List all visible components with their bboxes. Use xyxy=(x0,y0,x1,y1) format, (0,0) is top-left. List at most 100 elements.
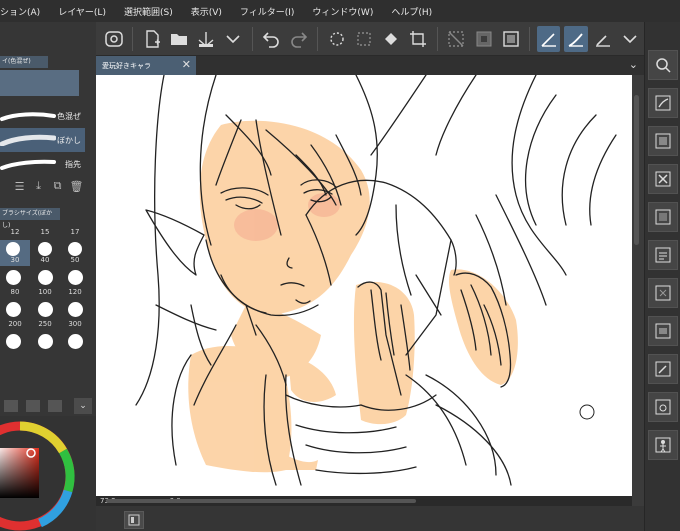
size-dot xyxy=(38,270,53,285)
sub-tool-icon[interactable] xyxy=(648,88,678,118)
menu-layer[interactable]: レイヤー(L) xyxy=(49,5,115,18)
transform-icon[interactable] xyxy=(352,26,375,52)
size-dot xyxy=(68,242,82,256)
horizontal-scrollbar[interactable] xyxy=(106,499,416,503)
size-option[interactable] xyxy=(60,332,90,358)
menu-window[interactable]: ウィンドウ(W) xyxy=(303,5,382,18)
pencil-tool-icon[interactable] xyxy=(592,26,615,52)
brush-actions: ☰ ⤓ ⧉ 🗑 xyxy=(0,174,96,198)
color-wheel-panel xyxy=(0,416,96,531)
color-history-tab-icon[interactable] xyxy=(48,400,62,412)
left-panel: イ(色混ぜ) 色混ぜ ぼかし 指先 ☰ ⤓ ⧉ 🗑 ブラシサイズ(ぼかし) 12… xyxy=(0,22,96,531)
pen-tool-icon[interactable] xyxy=(537,25,561,52)
canvas-area: 73.3 0.0 xyxy=(96,75,644,531)
size-option[interactable]: 30 xyxy=(0,240,30,266)
image-icon[interactable] xyxy=(648,316,678,346)
brush-preview-header xyxy=(0,70,79,96)
size-dot xyxy=(6,334,21,349)
layer-search-icon[interactable] xyxy=(648,240,678,270)
panel-toggle-icon[interactable] xyxy=(124,511,144,529)
tool-property-icon[interactable] xyxy=(648,278,678,308)
brush-stroke-preview xyxy=(0,134,56,146)
color-panel-tabs: ⌄ xyxy=(0,396,96,416)
layer-property-icon[interactable] xyxy=(648,202,678,232)
chevron-down-icon[interactable]: ⌄ xyxy=(74,398,92,414)
app-logo-icon[interactable] xyxy=(102,26,125,52)
size-label: 80 xyxy=(10,288,20,296)
size-option[interactable]: 200 xyxy=(0,300,30,330)
document-tab[interactable]: 愛玩好きキャラ ✕ xyxy=(96,56,196,75)
size-option[interactable]: 40 xyxy=(30,240,60,266)
size-option[interactable]: 80 xyxy=(0,268,30,298)
size-label: 100 xyxy=(38,288,52,296)
fill-icon[interactable] xyxy=(379,26,402,52)
invert-selection-icon[interactable] xyxy=(472,26,495,52)
size-dot xyxy=(6,270,21,285)
brush-item-blur[interactable]: ぼかし xyxy=(0,128,85,152)
size-dot xyxy=(68,270,83,285)
brush-stroke-preview xyxy=(0,159,56,170)
command-bar xyxy=(96,22,644,56)
brush-label: 指先 xyxy=(65,159,81,169)
menu-bar: ション(A) レイヤー(L) 選択範囲(S) 表示(V) フィルター(I) ウィ… xyxy=(0,0,680,22)
navigator-icon[interactable] xyxy=(648,50,678,80)
size-dot xyxy=(38,242,52,256)
sparkle-icon[interactable] xyxy=(325,26,348,52)
size-dot xyxy=(68,302,83,317)
size-label: 17 xyxy=(70,228,80,236)
brush-tool-icon[interactable] xyxy=(564,25,588,52)
color-wheel[interactable] xyxy=(0,416,96,531)
size-dot xyxy=(6,302,21,317)
undo-icon[interactable] xyxy=(260,26,283,52)
duplicate-icon[interactable]: ⧉ xyxy=(50,178,66,194)
menu-view[interactable]: 表示(V) xyxy=(182,5,231,18)
vertical-scrollbar[interactable] xyxy=(634,95,639,245)
deselect-icon[interactable] xyxy=(445,26,468,52)
toolbar-divider xyxy=(436,26,438,51)
save-icon[interactable] xyxy=(194,26,217,52)
edit-icon[interactable] xyxy=(648,354,678,384)
menu-selection[interactable]: 選択範囲(S) xyxy=(115,5,182,18)
size-option[interactable] xyxy=(0,332,30,358)
chevron-down-icon[interactable]: ⌄ xyxy=(629,58,638,71)
size-option[interactable]: 300 xyxy=(60,300,90,330)
menu-animation[interactable]: ション(A) xyxy=(0,5,49,18)
brush-item-finger[interactable]: 指先 xyxy=(0,152,85,176)
brush-size-tab[interactable]: ブラシサイズ(ぼかし) xyxy=(0,208,60,229)
size-option[interactable]: 120 xyxy=(60,268,90,298)
import-icon[interactable]: ⤓ xyxy=(31,178,47,194)
redo-icon[interactable] xyxy=(287,26,310,52)
camera-icon[interactable] xyxy=(648,392,678,422)
chevron-down-icon[interactable] xyxy=(222,26,245,52)
menu-help[interactable]: ヘルプ(H) xyxy=(382,5,441,18)
trash-icon[interactable]: 🗑 xyxy=(69,178,85,194)
size-option[interactable] xyxy=(30,332,60,358)
size-option[interactable]: 50 xyxy=(60,240,90,266)
size-label: 30 xyxy=(10,256,20,264)
new-file-icon[interactable] xyxy=(140,26,163,52)
toolbar-divider xyxy=(317,26,319,51)
selection-border-icon[interactable] xyxy=(499,26,522,52)
list-icon[interactable]: ☰ xyxy=(12,178,28,194)
size-label: 250 xyxy=(38,320,52,328)
size-option[interactable]: 100 xyxy=(30,268,60,298)
brush-group-tab[interactable]: イ(色混ぜ) xyxy=(0,56,48,68)
size-label: 300 xyxy=(68,320,82,328)
color-wheel-tab-icon[interactable] xyxy=(4,400,18,412)
chevron-down-icon[interactable] xyxy=(619,26,642,52)
close-icon[interactable]: ✕ xyxy=(182,58,191,71)
color-set-tab-icon[interactable] xyxy=(26,400,40,412)
size-label: 200 xyxy=(8,320,22,328)
size-option[interactable]: 250 xyxy=(30,300,60,330)
artwork xyxy=(135,75,617,486)
size-label: 40 xyxy=(40,256,50,264)
crop-icon[interactable] xyxy=(407,26,430,52)
open-folder-icon[interactable] xyxy=(167,26,190,52)
drawing-canvas[interactable] xyxy=(96,75,632,496)
material-icon[interactable] xyxy=(648,126,678,156)
character-icon[interactable] xyxy=(648,430,678,460)
menu-filter[interactable]: フィルター(I) xyxy=(231,5,304,18)
size-label: 120 xyxy=(68,288,82,296)
brush-item-color-mix[interactable]: 色混ぜ xyxy=(0,104,85,128)
close-layer-icon[interactable] xyxy=(648,164,678,194)
